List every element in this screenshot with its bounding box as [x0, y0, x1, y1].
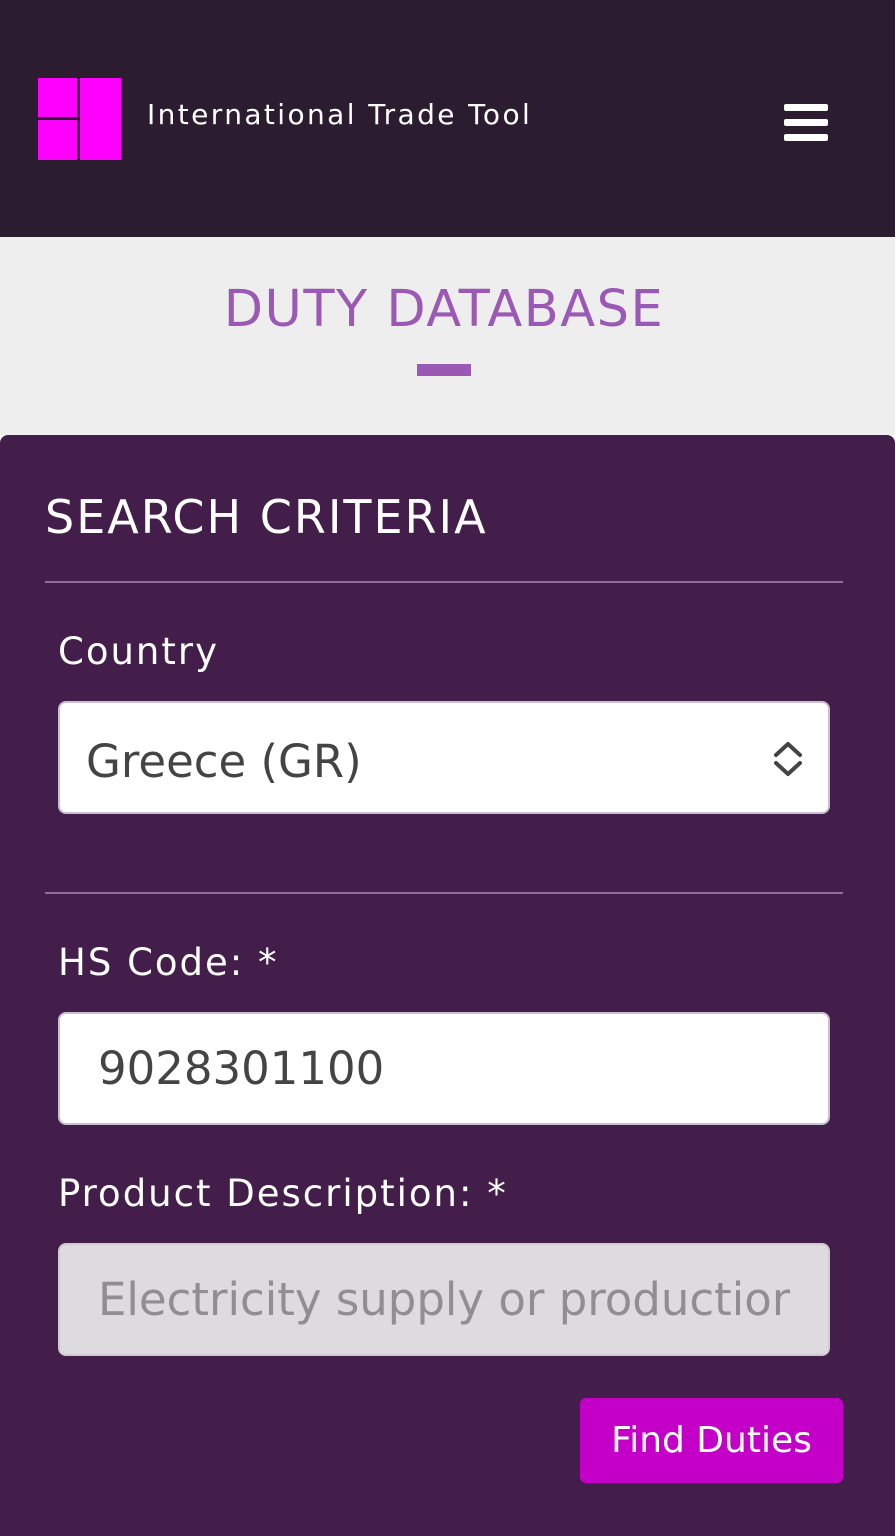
hs-code-field[interactable]: [58, 1012, 830, 1125]
hs-code-label: HS Code: *: [58, 941, 279, 984]
hs-code-input[interactable]: [60, 1014, 828, 1123]
product-description-label: Product Description: *: [58, 1172, 508, 1215]
country-select[interactable]: Greece (GR): [58, 701, 830, 814]
brand-title[interactable]: International Trade Tool: [147, 98, 532, 131]
divider: [45, 892, 843, 894]
logo-block: [38, 78, 77, 117]
hamburger-menu-icon[interactable]: [784, 102, 829, 144]
logo-block: [80, 78, 121, 160]
search-criteria-panel: [0, 435, 895, 1536]
app-header: International Trade Tool: [0, 0, 895, 237]
product-description-field[interactable]: [58, 1243, 830, 1356]
grid-blocks-logo[interactable]: [38, 78, 121, 160]
product-description-input[interactable]: [60, 1245, 828, 1354]
divider: [45, 581, 843, 583]
panel-title: SEARCH CRITERIA: [45, 490, 488, 544]
logo-block: [38, 120, 77, 160]
menu-bar: [784, 104, 828, 111]
country-label: Country: [58, 630, 219, 673]
title-underline: [417, 364, 471, 376]
find-duties-button[interactable]: Find Duties: [580, 1398, 843, 1483]
menu-bar: [784, 134, 828, 141]
chevron-up-down-icon: [774, 742, 802, 776]
country-selected-value: Greece (GR): [86, 735, 362, 788]
page-title: DUTY DATABASE: [223, 280, 665, 339]
menu-bar: [784, 119, 828, 126]
